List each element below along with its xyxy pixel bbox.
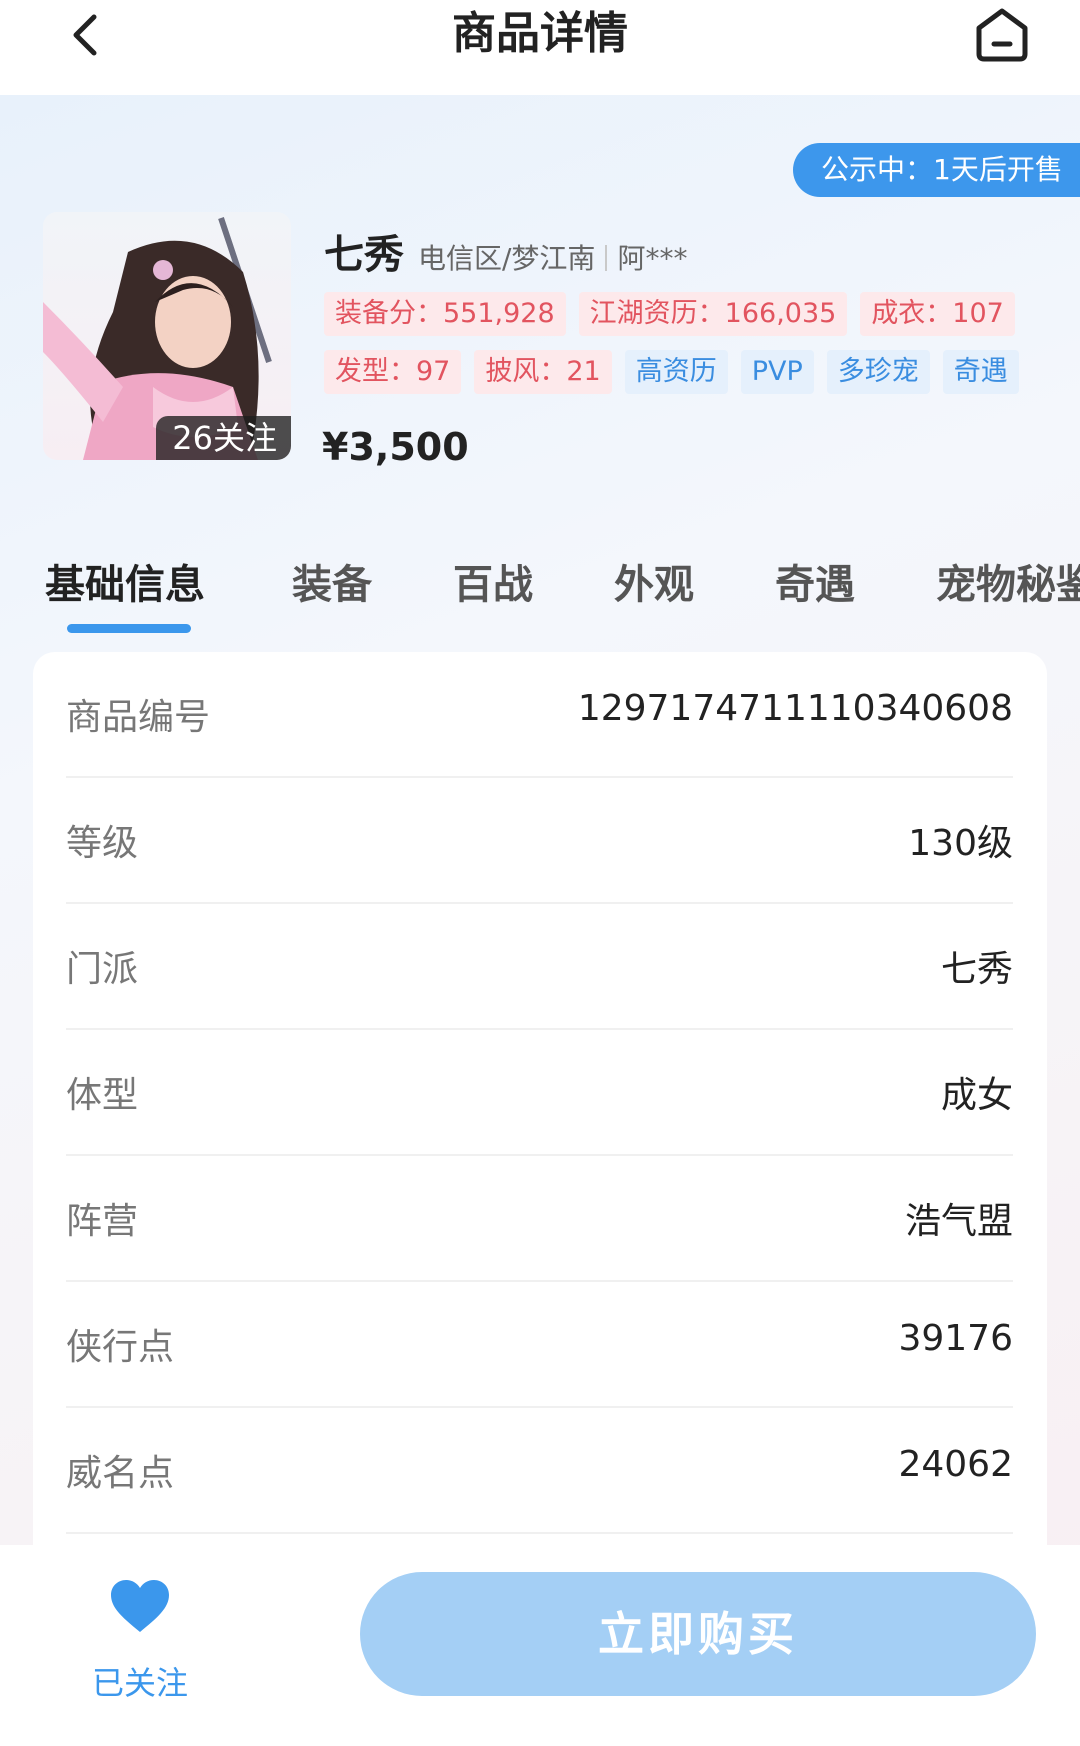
info-label: 侠行点 — [66, 1327, 175, 1368]
heart-icon — [111, 1580, 169, 1632]
top-nav-bar: 商品详情 — [0, 0, 1080, 95]
name-row: 七秀 电信区/梦江南 阿*** — [324, 222, 687, 278]
home-button[interactable] — [970, 3, 1034, 67]
tag-equipment-score: 装备分：551,928 — [324, 292, 566, 336]
tab-bar: 基础信息 装备 百战 外观 奇遇 宠物秘鉴 — [0, 552, 1080, 632]
info-label: 威名点 — [66, 1453, 175, 1494]
info-value: 浩气盟 — [904, 1201, 1013, 1242]
info-label: 体型 — [66, 1075, 139, 1116]
tag-jianghu-seniority: 江湖资历：166,035 — [578, 292, 848, 336]
info-value: 130级 — [908, 823, 1013, 864]
info-value: 1297174711110340608 — [577, 688, 1013, 729]
info-row-school: 门派 七秀 — [66, 904, 1013, 1030]
price: ¥3,500 — [322, 425, 469, 469]
info-label: 阵营 — [66, 1201, 139, 1242]
tag-cloak: 披风：21 — [474, 350, 612, 394]
info-label: 商品编号 — [66, 697, 211, 738]
tab-basic-info[interactable]: 基础信息 — [45, 552, 205, 610]
info-row-level: 等级 130级 — [66, 778, 1013, 904]
info-label: 门派 — [66, 949, 139, 990]
tag-row-2: 发型：97 披风：21 高资历 PVP 多珍宠 奇遇 — [324, 350, 1032, 394]
info-row-xiaxing-points: 侠行点 39176 — [66, 1282, 1013, 1408]
tab-adventures[interactable]: 奇遇 — [775, 552, 855, 610]
info-value: 七秀 — [940, 949, 1013, 990]
info-row-body-type: 体型 成女 — [66, 1030, 1013, 1156]
tab-equipment[interactable]: 装备 — [292, 552, 372, 610]
page-title: 商品详情 — [452, 8, 628, 59]
info-value: 成女 — [940, 1075, 1013, 1116]
home-icon — [976, 8, 1028, 62]
character-name: 七秀 — [324, 232, 404, 278]
buy-now-button[interactable]: 立即购买 — [360, 1572, 1036, 1696]
tag-adventures: 奇遇 — [942, 350, 1019, 394]
active-tab-indicator — [67, 624, 191, 633]
info-row-prestige-points: 威名点 24062 — [66, 1408, 1013, 1534]
tag-outfits: 成衣：107 — [860, 292, 1015, 336]
info-label: 等级 — [66, 823, 139, 864]
follow-button[interactable]: 已关注 — [80, 1570, 200, 1702]
tag-high-seniority: 高资历 — [624, 350, 728, 394]
divider — [605, 245, 608, 271]
info-value: 39176 — [898, 1318, 1013, 1359]
server-name: 电信区/梦江南 — [418, 242, 596, 275]
tag-hairstyle: 发型：97 — [324, 350, 462, 394]
tab-appearance[interactable]: 外观 — [614, 552, 694, 610]
info-value: 24062 — [898, 1444, 1013, 1485]
info-row-product-id: 商品编号 1297174711110340608 — [66, 652, 1013, 778]
info-row-faction: 阵营 浩气盟 — [66, 1156, 1013, 1282]
follow-label: 已关注 — [91, 1664, 188, 1702]
tag-pvp: PVP — [740, 350, 814, 394]
followers-badge: 26关注 — [156, 416, 291, 460]
tag-row-1: 装备分：551,928 江湖资历：166,035 成衣：107 — [324, 292, 1028, 336]
sale-notice-badge: 公示中：1天后开售 — [793, 143, 1080, 197]
tag-rare-pets: 多珍宠 — [826, 350, 930, 394]
tab-battles[interactable]: 百战 — [453, 552, 533, 610]
character-avatar: 26关注 — [43, 212, 291, 460]
seller-name: 阿*** — [617, 242, 688, 275]
tab-pet-secrets[interactable]: 宠物秘鉴 — [936, 552, 1080, 610]
